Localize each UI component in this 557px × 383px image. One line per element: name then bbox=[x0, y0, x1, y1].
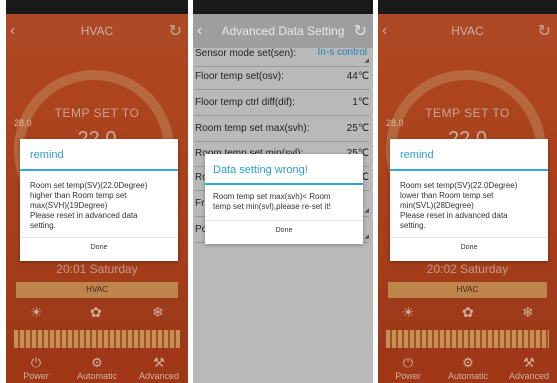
remind-dialog: remind Room set temp(SV)(22.0Degree) hig… bbox=[20, 139, 178, 261]
dialog-title: remind bbox=[400, 149, 434, 161]
dialog-button-divider bbox=[20, 237, 178, 238]
dialog-title: remind bbox=[30, 149, 64, 161]
error-dialog: Data setting wrong! Room temp set max(sv… bbox=[205, 154, 363, 244]
dropdown-caret-icon: ◢ bbox=[364, 208, 369, 214]
status-bar bbox=[6, 0, 188, 14]
setting-row-floor-temp[interactable]: Floor temp set(osv): 44℃ bbox=[195, 63, 369, 90]
setting-label: Floor temp set(osv): bbox=[195, 71, 284, 82]
setting-label: Floor temp ctrl diff(dif): bbox=[195, 97, 295, 108]
app-title: Advanced Data Setting bbox=[221, 24, 345, 38]
phone-advanced-settings: ‹ Advanced Data Setting ↻ Sensor mode se… bbox=[193, 0, 373, 383]
refresh-icon[interactable]: ↻ bbox=[354, 21, 367, 41]
dialog-divider bbox=[20, 169, 178, 171]
dialog-button-divider bbox=[390, 237, 548, 238]
dropdown-caret-icon: ◢ bbox=[364, 234, 369, 240]
dialog-divider bbox=[390, 169, 548, 171]
setting-value: 25℃ bbox=[346, 123, 369, 134]
phone-hvac-left: ‹ HVAC ↻ 28.0 TEMP SET TO 22.0 20:01 Sat… bbox=[6, 0, 188, 383]
dialog-button-divider bbox=[205, 220, 363, 221]
setting-label: Sensor mode set(sen): bbox=[195, 48, 297, 59]
done-button[interactable]: Done bbox=[20, 244, 178, 251]
dialog-message: Room set temp(SV)(22.0Degree) higher tha… bbox=[30, 181, 148, 230]
dialog-divider bbox=[205, 183, 363, 185]
remind-dialog: remind Room set temp(SV)(22.0Degree) low… bbox=[390, 139, 548, 261]
status-bar bbox=[378, 0, 557, 14]
setting-label: Room temp set max(svh): bbox=[195, 123, 310, 134]
setting-value: 1℃ bbox=[352, 97, 369, 108]
done-button[interactable]: Done bbox=[390, 244, 548, 251]
done-button[interactable]: Done bbox=[205, 227, 363, 234]
status-bar bbox=[193, 0, 373, 14]
dialog-message: Room set temp(SV)(22.0Degree) lower than… bbox=[400, 181, 518, 230]
setting-row-room-max[interactable]: Room temp set max(svh): 25℃ bbox=[195, 115, 369, 142]
phone-hvac-right: ‹ HVAC ↻ 28.0 TEMP SET TO 22.0 20:02 Sat… bbox=[378, 0, 557, 383]
setting-value: 44℃ bbox=[346, 71, 369, 82]
setting-row-floor-diff[interactable]: Floor temp ctrl diff(dif): 1℃ bbox=[195, 89, 369, 116]
dialog-title: Data setting wrong! bbox=[213, 164, 308, 176]
dialog-message: Room temp set max(svh)< Room temp set mi… bbox=[213, 192, 331, 211]
setting-select-value[interactable]: In-s control bbox=[318, 47, 367, 58]
